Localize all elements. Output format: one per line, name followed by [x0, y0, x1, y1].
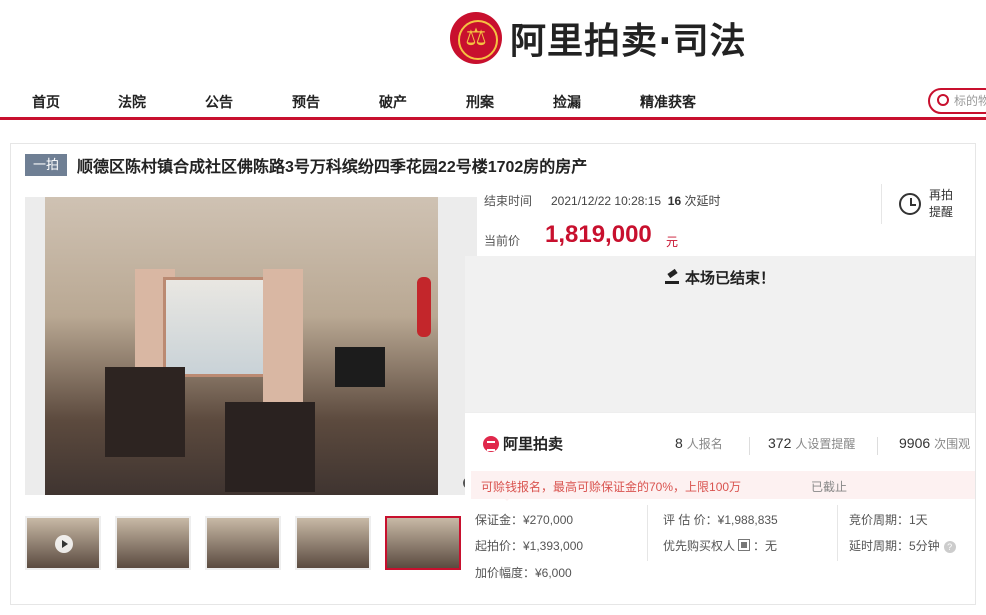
registrants-count: 8 [675, 435, 683, 451]
alipaimai-icon [483, 435, 499, 452]
remind-label: 再拍提醒 [929, 188, 954, 219]
main-nav: 首页 法院 公告 预告 破产 刑案 捡漏 精准获客 标的物 [0, 82, 986, 120]
bid-cycle: 竞价周期：1天 [849, 513, 928, 527]
search-placeholder: 标的物 [954, 94, 986, 108]
thumbnail[interactable] [295, 516, 371, 570]
delay-suffix: 次延时 [684, 194, 721, 208]
thumbnail-video[interactable] [25, 516, 101, 570]
divider [881, 184, 882, 224]
property-photo [45, 197, 438, 495]
nav-item-bargain[interactable]: 捡漏 [553, 92, 581, 112]
start-price: 起拍价：¥1,393,000 [475, 539, 584, 553]
current-price: 1,819,000 [545, 221, 652, 248]
end-time-value: 2021/12/22 10:28:15 16 次延时 [551, 192, 721, 209]
main-image[interactable] [25, 197, 477, 495]
search-input[interactable]: 标的物 [928, 88, 986, 114]
thumbnail[interactable] [205, 516, 281, 570]
brand-text: 阿里拍卖 [503, 436, 564, 453]
registrants-stat: 8 人报名 [675, 435, 723, 452]
logo[interactable]: 阿里拍卖·司法 [450, 10, 747, 66]
deposit: 保证金：¥270,000 [475, 513, 574, 527]
alipaimai-logo: 阿里拍卖 [483, 433, 563, 454]
nav-item-precise-leads[interactable]: 精准获客 [640, 92, 696, 112]
auction-ended-box: 本场已结束！ [465, 256, 975, 412]
divider [647, 505, 648, 561]
logo-text: 阿里拍卖·司法 [510, 21, 747, 62]
reminders-count: 372 [768, 435, 792, 451]
nav-item-criminal[interactable]: 刑案 [466, 92, 494, 112]
appraisal-price: 评 估 价：¥1,988,835 [663, 513, 778, 527]
bid-increment: 加价幅度：¥6,000 [475, 566, 572, 580]
ended-label: 本场已结束！ [684, 270, 775, 287]
remind-button[interactable]: 再拍提醒 [899, 187, 969, 221]
gavel-icon [664, 270, 679, 284]
nav-item-preview[interactable]: 预告 [292, 92, 320, 112]
auction-ended-text: 本场已结束！ [465, 267, 975, 288]
auction-panel: 一拍 顺德区陈村镇合成社区佛陈路3号万科缤纷四季花园22号楼1702房的房产 结… [10, 143, 976, 605]
page-title: 顺德区陈村镇合成社区佛陈路3号万科缤纷四季花园22号楼1702房的房产 [77, 159, 588, 176]
divider [749, 437, 750, 455]
priority-buyer: 优先购买权人 ：无 [663, 537, 777, 554]
nav-item-home[interactable]: 首页 [32, 92, 60, 112]
thumbnail-active[interactable] [385, 516, 461, 570]
nav-item-notice[interactable]: 公告 [205, 92, 233, 112]
nav-item-court[interactable]: 法院 [118, 92, 146, 112]
priority-buyer-value: ：无 [753, 539, 778, 553]
divider [837, 505, 838, 561]
reminders-stat: 372 人设置提醒 [768, 435, 855, 452]
notice-pointer [501, 495, 513, 501]
price-unit: 元 [666, 235, 679, 249]
divider [877, 437, 878, 455]
stats-box: 阿里拍卖 8 人报名 372 人设置提醒 9906 次围观 可赊钱报名，最高可赊保证金… [465, 412, 975, 602]
reminders-label: 人设置提醒 [795, 437, 856, 451]
play-icon [55, 535, 73, 553]
priority-buyer-label: 优先购买权人 [663, 539, 736, 553]
delay-cycle: 延时周期：5分钟? [849, 537, 956, 554]
views-stat: 9906 次围观 [899, 435, 970, 452]
views-label: 次围观 [934, 437, 971, 451]
nav-item-bankruptcy[interactable]: 破产 [379, 92, 407, 112]
delay-count: 16 [667, 194, 682, 208]
credit-notice: 可赊钱报名，最高可赊保证金的70%，上限100万 已截止 [471, 471, 975, 499]
end-time: 2021/12/22 10:28:15 [551, 194, 662, 208]
registrants-label: 人报名 [686, 437, 723, 451]
help-icon[interactable]: ? [943, 541, 956, 553]
delay-cycle-text: 延时周期：5分钟 [849, 539, 940, 553]
title-row: 一拍 顺德区陈村镇合成社区佛陈路3号万科缤纷四季花园22号楼1702房的房产 [25, 153, 587, 177]
credit-notice-status: 已截止 [811, 480, 848, 494]
auction-round-badge: 一拍 [25, 154, 68, 176]
court-emblem-icon [450, 12, 502, 64]
views-count: 9906 [899, 435, 931, 451]
thumbnail[interactable] [115, 516, 191, 570]
search-icon [937, 94, 949, 106]
credit-notice-text: 可赊钱报名，最高可赊保证金的70%，上限100万 [481, 480, 742, 494]
alarm-clock-icon [899, 193, 921, 215]
property-icon [738, 539, 751, 551]
end-time-label: 结束时间 [484, 194, 533, 208]
current-price-label: 当前价 [484, 234, 521, 248]
